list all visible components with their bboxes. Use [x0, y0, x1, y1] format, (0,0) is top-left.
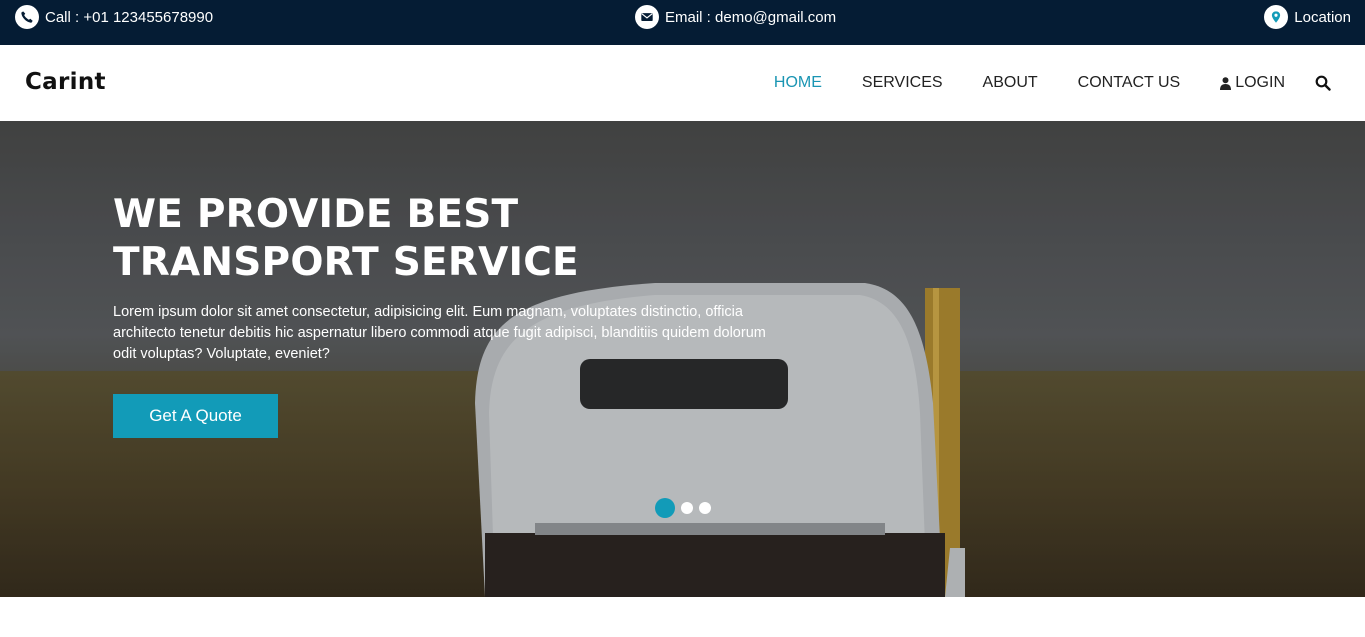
nav-services[interactable]: SERVICES [862, 74, 943, 92]
slide-indicator-2[interactable] [681, 502, 693, 514]
slider-indicators [655, 498, 717, 518]
main-nav: HOME SERVICES ABOUT CONTACT US LOGIN [734, 45, 1365, 121]
hero-title-line2: TRANSPORT SERVICE [113, 240, 579, 285]
get-quote-button[interactable]: Get A Quote [113, 394, 278, 438]
user-icon [1220, 76, 1232, 90]
hero-description: Lorem ipsum dolor sit amet consectetur, … [113, 304, 766, 362]
map-pin-icon [1264, 5, 1289, 29]
envelope-icon [635, 5, 659, 29]
site-header: Carint HOME SERVICES ABOUT CONTACT US LO… [0, 45, 1365, 121]
phone-icon [15, 5, 39, 29]
nav-login[interactable]: LOGIN [1220, 74, 1285, 92]
search-icon[interactable] [1315, 75, 1331, 91]
hero-title-line1: WE PROVIDE BEST [113, 192, 519, 237]
nav-contact-us[interactable]: CONTACT US [1078, 74, 1181, 92]
nav-login-label: LOGIN [1235, 74, 1285, 91]
call-info[interactable]: Call : +01 123455678990 [15, 5, 213, 29]
hero-title: WE PROVIDE BEST TRANSPORT SERVICE [113, 191, 713, 287]
nav-about[interactable]: ABOUT [983, 74, 1038, 92]
call-text: Call : +01 123455678990 [45, 8, 214, 26]
slide-indicator-3[interactable] [699, 502, 711, 514]
nav-home[interactable]: HOME [774, 74, 822, 92]
hero-slider: WE PROVIDE BEST TRANSPORT SERVICE Lorem … [0, 121, 1365, 597]
location-info[interactable]: Location [1264, 5, 1351, 29]
brand-logo[interactable]: Carint [25, 69, 106, 95]
email-text: Email : demo@gmail.com [665, 8, 837, 26]
slide-indicator-1[interactable] [655, 498, 675, 518]
location-text: Location [1294, 8, 1351, 26]
email-info[interactable]: Email : demo@gmail.com [635, 5, 836, 29]
top-info-bar: Call : +01 123455678990 Email : demo@gma… [0, 0, 1365, 45]
